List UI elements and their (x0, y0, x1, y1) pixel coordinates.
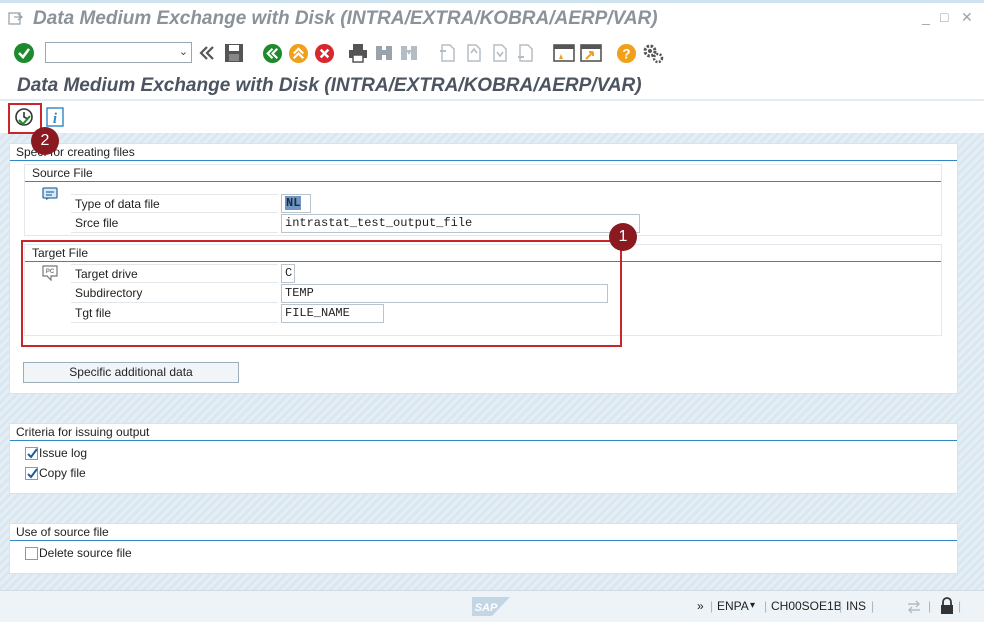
status-bar: SAP » | ENPA ▾ | CH00SOE1B | INS | | | (0, 590, 984, 622)
window-titlebar: Data Medium Exchange with Disk (INTRA/EX… (0, 0, 984, 36)
first-page-icon (440, 44, 455, 62)
command-field[interactable]: ⌄ (45, 42, 192, 63)
criteria-group-title: Criteria for issuing output (10, 424, 957, 441)
find-next-button[interactable] (398, 41, 420, 65)
screen-title-bar: Data Medium Exchange with Disk (INTRA/EX… (0, 70, 984, 100)
help-icon: ? (616, 43, 636, 63)
source-use-group-title: Use of source file (10, 524, 957, 541)
settings-icon (643, 44, 664, 64)
sap-logo-text: SAP (475, 602, 498, 614)
delete-source-file-checkbox[interactable] (25, 547, 38, 560)
enter-button[interactable] (12, 41, 36, 65)
shortcut-button[interactable] (579, 41, 603, 65)
status-separator: | (839, 599, 843, 613)
issue-log-label[interactable]: Issue log (39, 446, 87, 460)
close-button[interactable]: ✕ (961, 9, 973, 26)
status-separator: | (710, 599, 714, 613)
find-next-icon (401, 46, 417, 60)
print-button[interactable] (347, 41, 369, 65)
specific-additional-data-button[interactable]: Specific additional data (23, 362, 239, 383)
lock-icon[interactable] (940, 597, 954, 615)
status-separator: | (958, 599, 962, 613)
callout-box-target-file (21, 240, 622, 347)
chevron-down-icon[interactable]: ▾ (750, 600, 755, 611)
find-button[interactable] (373, 41, 395, 65)
copy-file-label[interactable]: Copy file (39, 466, 86, 480)
create-session-button[interactable] (552, 41, 576, 65)
info-icon: i (46, 107, 64, 127)
sap-logo: SAP (472, 597, 510, 616)
checkmark-icon (27, 468, 38, 479)
spec-group-title: Spec. for creating files (10, 144, 957, 161)
issue-log-checkbox[interactable] (25, 447, 38, 460)
chevron-down-icon[interactable]: ⌄ (179, 45, 188, 58)
exit-icon (288, 43, 308, 63)
back-double-button[interactable] (197, 41, 217, 65)
create-session-icon (553, 44, 575, 62)
minimize-button[interactable]: _ (922, 9, 930, 25)
screen-title: Data Medium Exchange with Disk (INTRA/EX… (17, 75, 642, 96)
first-page-button[interactable] (436, 41, 458, 65)
window-menu-icon[interactable] (8, 12, 24, 26)
status-client-server: CH00SOE1B (771, 599, 842, 613)
callout-badge-2: 2 (31, 127, 59, 155)
next-page-button[interactable] (488, 41, 510, 65)
next-page-icon (493, 44, 507, 62)
checkmark-icon (27, 448, 38, 459)
status-separator: | (764, 599, 768, 613)
cancel-button[interactable] (313, 41, 335, 65)
enter-icon (14, 43, 34, 63)
svg-text:?: ? (622, 46, 630, 61)
info-button[interactable]: i (45, 105, 65, 129)
status-separator: | (928, 599, 932, 613)
source-file-field[interactable]: intrastat_test_output_file (281, 214, 640, 233)
window-title: Data Medium Exchange with Disk (INTRA/EX… (33, 8, 658, 29)
type-of-data-file-value: NL (285, 196, 302, 210)
status-separator: | (871, 599, 875, 613)
type-of-data-file-field[interactable]: NL (281, 194, 311, 213)
document-icon (42, 187, 58, 200)
source-file-subgroup: Source File Type of data file NL Srce fi… (24, 164, 942, 236)
source-file-label: Srce file (71, 214, 278, 233)
cancel-icon (314, 43, 334, 63)
previous-page-button[interactable] (462, 41, 484, 65)
settings-button[interactable] (641, 41, 665, 65)
back-double-icon (199, 46, 214, 60)
previous-page-icon (467, 44, 481, 62)
find-icon (376, 46, 392, 60)
shortcut-icon (580, 44, 602, 62)
print-icon (349, 44, 367, 63)
back-icon (262, 43, 282, 63)
exit-button[interactable] (287, 41, 309, 65)
callout-badge-1: 1 (609, 223, 637, 251)
save-icon (225, 44, 243, 62)
back-button[interactable] (261, 41, 283, 65)
last-page-button[interactable] (514, 41, 536, 65)
status-system[interactable]: ENPA (717, 599, 749, 613)
status-expand-button[interactable]: » (697, 599, 704, 613)
help-button[interactable]: ? (615, 41, 637, 65)
transfer-icon (908, 600, 920, 614)
copy-file-checkbox[interactable] (25, 467, 38, 480)
delete-source-file-label[interactable]: Delete source file (39, 546, 132, 560)
application-toolbar: i (0, 101, 984, 133)
source-use-group: Use of source file Delete source file (9, 523, 958, 574)
criteria-group: Criteria for issuing output Issue log Co… (9, 423, 958, 494)
system-toolbar: ⌄ ? (0, 36, 984, 70)
status-mode[interactable]: INS (846, 599, 866, 613)
save-button[interactable] (223, 41, 245, 65)
maximize-button[interactable]: □ (940, 9, 948, 25)
content-area: Spec. for creating files Source File Typ… (0, 133, 984, 590)
source-file-title: Source File (25, 165, 941, 182)
type-of-data-file-label: Type of data file (71, 194, 278, 213)
last-page-icon (518, 44, 533, 62)
